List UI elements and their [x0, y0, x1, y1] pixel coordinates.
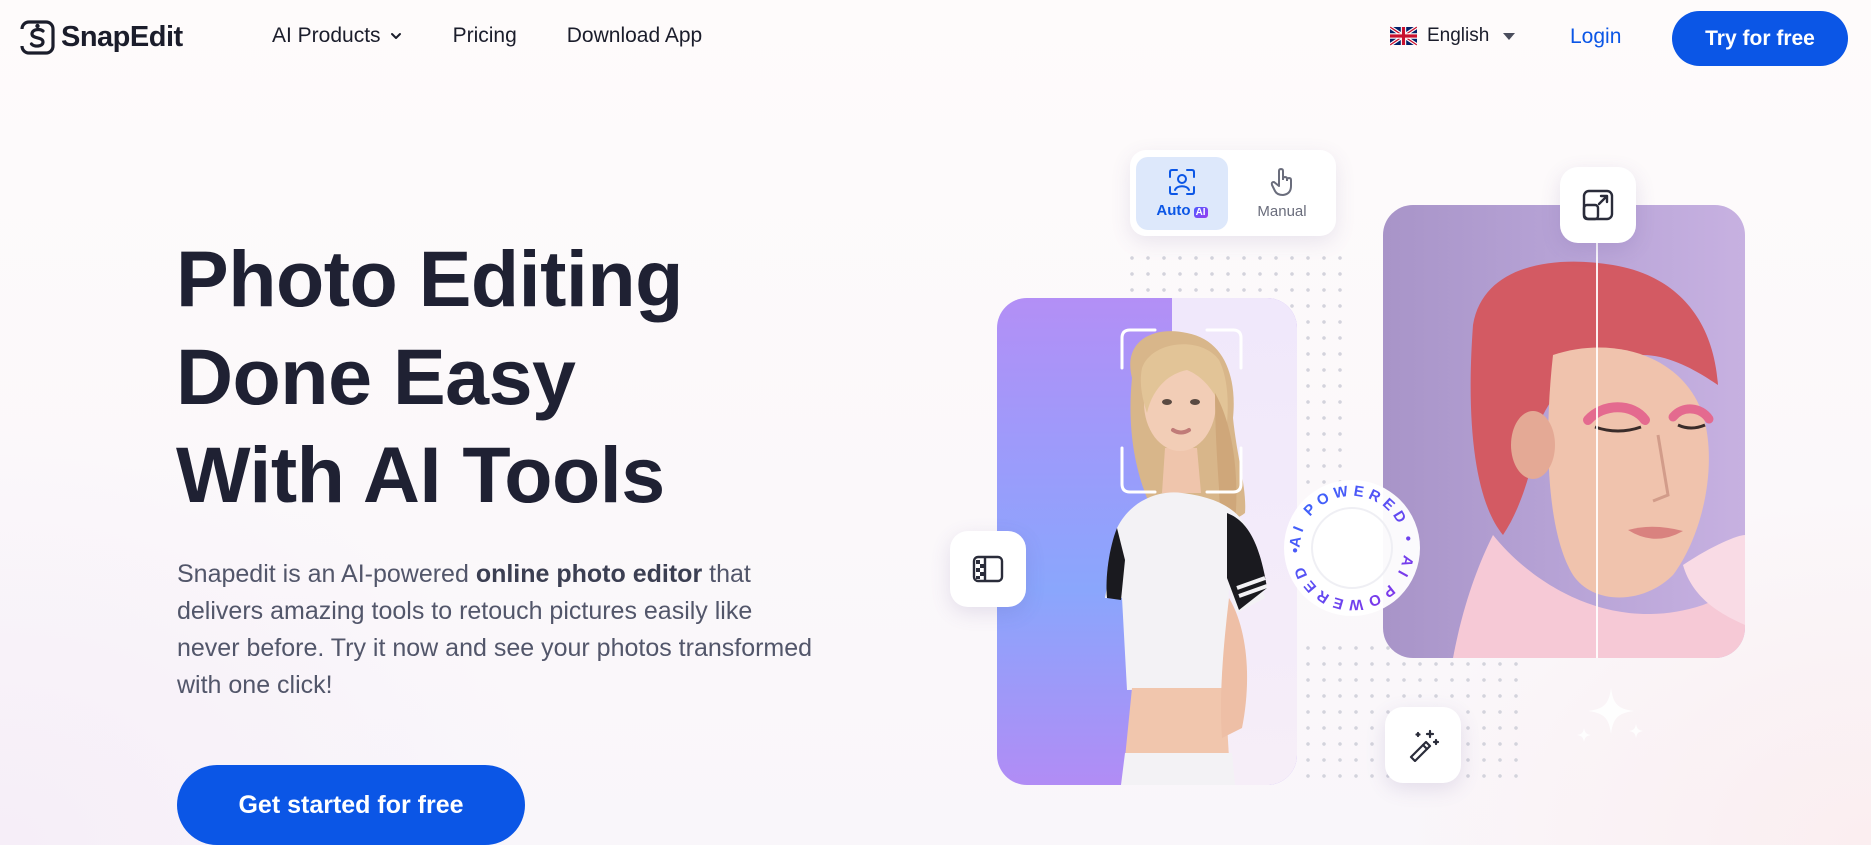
after-photo-card	[1383, 205, 1745, 658]
nav-pricing[interactable]: Pricing	[453, 24, 517, 48]
before-photo-card	[997, 298, 1297, 785]
ai-chip: AI	[1193, 206, 1208, 218]
compare-icon	[972, 555, 1004, 583]
woman-red-hair-photo	[1453, 261, 1745, 658]
uk-flag-icon	[1390, 26, 1417, 46]
sparkle-icon	[1577, 688, 1643, 742]
nav-ai-products[interactable]: AI Products	[272, 24, 403, 48]
hero-title-line: Photo Editing	[176, 234, 683, 323]
main-nav: AI Products Pricing Download App	[272, 24, 702, 48]
login-link[interactable]: Login	[1570, 25, 1621, 49]
caret-down-icon	[1503, 32, 1516, 40]
hero-description: Snapedit is an AI-powered online photo e…	[177, 556, 817, 704]
expand-icon	[1582, 189, 1614, 221]
mode-auto-label: Auto	[1156, 201, 1191, 219]
nav-download-app[interactable]: Download App	[567, 24, 702, 48]
try-for-free-button[interactable]: Try for free	[1672, 11, 1848, 66]
nav-pricing-label: Pricing	[452, 24, 517, 47]
nav-download-app-label: Download App	[566, 24, 703, 47]
hero-desc-prefix: Snapedit is an AI-powered	[177, 560, 476, 588]
hero-title-line: With AI Tools	[176, 430, 665, 519]
nav-ai-products-label: AI Products	[272, 24, 381, 47]
magic-wand-icon	[1409, 729, 1440, 762]
mode-toggle: Auto AI Manual	[1130, 150, 1336, 236]
brand-name: SnapEdit	[61, 21, 183, 53]
mode-manual-option[interactable]: Manual	[1236, 157, 1328, 230]
face-scan-icon	[1169, 168, 1195, 195]
compare-divider[interactable]	[1596, 238, 1598, 658]
magic-wand-tile[interactable]	[1385, 707, 1461, 783]
ai-powered-badge: AI POWERED • AI POWERED •	[1284, 480, 1420, 616]
woman-blonde-photo	[1105, 328, 1268, 785]
compare-tile[interactable]	[950, 531, 1026, 607]
mode-manual-label: Manual	[1257, 202, 1307, 220]
mode-auto-label-wrap: Auto AI	[1156, 201, 1208, 219]
snapedit-logo-icon	[20, 20, 55, 55]
language-selector[interactable]: English	[1390, 25, 1516, 47]
hero-title-line: Done Easy	[176, 332, 576, 421]
expand-tile[interactable]	[1560, 167, 1636, 243]
language-label: English	[1427, 25, 1490, 46]
get-started-button[interactable]: Get started for free	[177, 765, 525, 845]
hero-desc-bold: online photo editor	[475, 560, 703, 588]
chevron-down-icon	[390, 33, 401, 39]
hand-pointer-icon	[1270, 167, 1292, 196]
mode-auto-option[interactable]: Auto AI	[1136, 156, 1228, 230]
brand-logo[interactable]: SnapEdit	[20, 20, 183, 55]
hero-title: Photo Editing Done Easy With AI Tools	[176, 230, 876, 524]
site-header: SnapEdit AI Products Pricing Download Ap…	[0, 0, 1871, 76]
